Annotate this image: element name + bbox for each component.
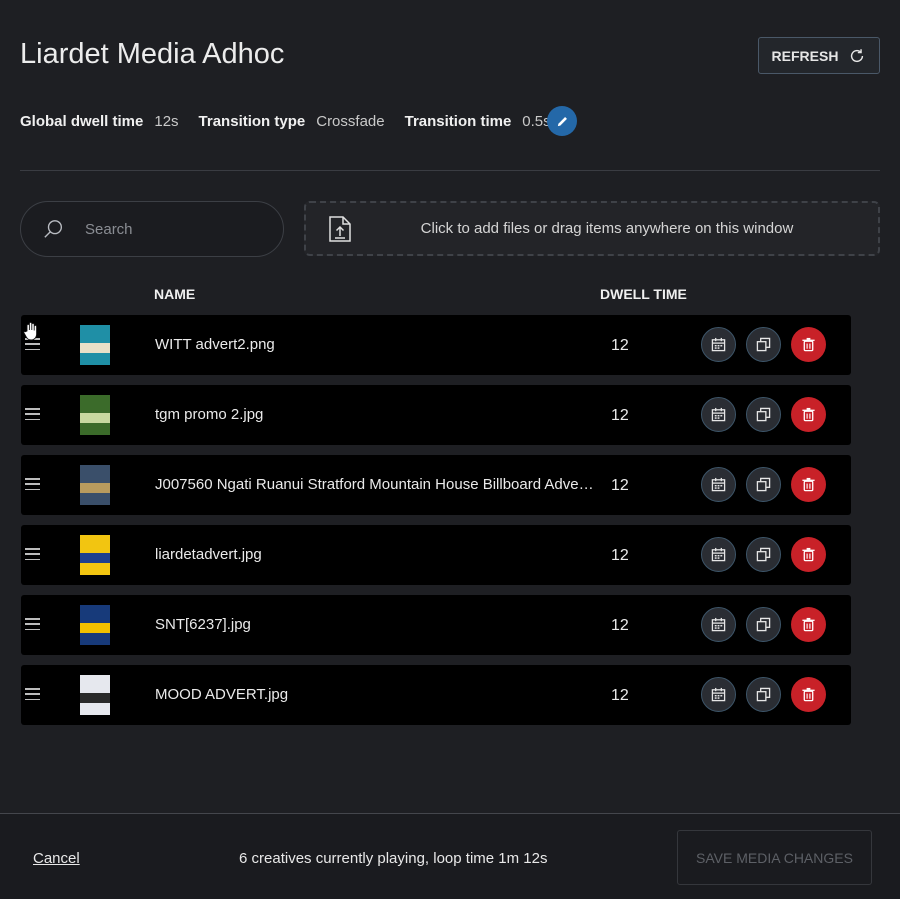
drag-handle-icon[interactable]	[25, 618, 40, 630]
footer-bar: Cancel 6 creatives currently playing, lo…	[0, 813, 900, 899]
media-thumbnail	[80, 465, 110, 505]
upload-file-icon	[329, 216, 351, 242]
copy-icon	[756, 687, 771, 702]
edit-settings-button[interactable]	[547, 106, 577, 136]
duplicate-button[interactable]	[746, 607, 781, 642]
duplicate-button[interactable]	[746, 397, 781, 432]
media-row[interactable]: MOOD ADVERT.jpg 12	[21, 665, 851, 725]
duplicate-button[interactable]	[746, 467, 781, 502]
drag-handle-icon[interactable]	[25, 688, 40, 700]
drag-handle-icon[interactable]	[25, 408, 40, 420]
media-dwell-time: 12	[611, 547, 629, 564]
loop-status-text: 6 creatives currently playing, loop time…	[239, 850, 548, 867]
transition-time-label: Transition time	[404, 112, 512, 130]
media-name: MOOD ADVERT.jpg	[155, 686, 289, 703]
refresh-button[interactable]: REFRESH	[758, 37, 880, 74]
calendar-icon	[711, 407, 726, 422]
media-row[interactable]: liardetadvert.jpg 12	[21, 525, 851, 585]
media-thumbnail	[80, 325, 110, 365]
column-header-name: NAME	[154, 286, 196, 302]
media-name: SNT[6237].jpg	[155, 616, 251, 633]
calendar-icon	[711, 547, 726, 562]
delete-button[interactable]	[791, 677, 826, 712]
copy-icon	[756, 477, 771, 492]
hand-cursor-icon	[23, 321, 38, 341]
media-thumbnail	[80, 675, 110, 715]
media-row[interactable]: WITT advert2.png 12	[21, 315, 851, 375]
schedule-button[interactable]	[701, 467, 736, 502]
schedule-button[interactable]	[701, 397, 736, 432]
column-header-dwell-time: DWELL TIME	[600, 286, 687, 302]
drag-handle-icon[interactable]	[25, 548, 40, 560]
playlist-settings: Global dwell time 12s Transition type Cr…	[20, 108, 571, 134]
media-name: liardetadvert.jpg	[155, 546, 262, 563]
media-thumbnail	[80, 605, 110, 645]
transition-type-label: Transition type	[198, 112, 306, 130]
delete-button[interactable]	[791, 467, 826, 502]
trash-icon	[801, 617, 816, 632]
transition-type-value: Crossfade	[316, 112, 385, 130]
drag-handle-icon[interactable]	[25, 478, 40, 490]
trash-icon	[801, 407, 816, 422]
duplicate-button[interactable]	[746, 677, 781, 712]
media-dwell-time: 12	[611, 687, 629, 704]
trash-icon	[801, 337, 816, 352]
calendar-icon	[711, 617, 726, 632]
media-name: J007560 Ngati Ruanui Stratford Mountain …	[155, 476, 595, 493]
media-name: tgm promo 2.jpg	[155, 406, 264, 423]
copy-icon	[756, 407, 771, 422]
search-icon	[44, 220, 63, 238]
duplicate-button[interactable]	[746, 537, 781, 572]
copy-icon	[756, 547, 771, 562]
calendar-icon	[711, 337, 726, 352]
media-dwell-time: 12	[611, 477, 629, 494]
schedule-button[interactable]	[701, 537, 736, 572]
schedule-button[interactable]	[701, 607, 736, 642]
media-thumbnail	[80, 395, 110, 435]
media-thumbnail	[80, 535, 110, 575]
dropzone-text: Click to add files or drag items anywher…	[420, 220, 794, 237]
media-name: WITT advert2.png	[155, 336, 275, 353]
trash-icon	[801, 687, 816, 702]
pencil-icon	[557, 116, 567, 126]
refresh-icon	[851, 48, 864, 62]
copy-icon	[756, 337, 771, 352]
schedule-button[interactable]	[701, 677, 736, 712]
calendar-icon	[711, 687, 726, 702]
media-row[interactable]: tgm promo 2.jpg 12	[21, 385, 851, 445]
dwell-label: Global dwell time	[20, 112, 144, 130]
media-dwell-time: 12	[611, 337, 629, 354]
media-dwell-time: 12	[611, 407, 629, 424]
media-row[interactable]: J007560 Ngati Ruanui Stratford Mountain …	[21, 455, 851, 515]
cancel-link[interactable]: Cancel	[33, 850, 80, 867]
refresh-label: REFRESH	[771, 47, 839, 64]
search-input[interactable]	[85, 220, 245, 238]
delete-button[interactable]	[791, 537, 826, 572]
save-media-changes-button[interactable]: SAVE MEDIA CHANGES	[677, 830, 872, 885]
duplicate-button[interactable]	[746, 327, 781, 362]
file-dropzone[interactable]: Click to add files or drag items anywher…	[304, 201, 880, 256]
media-dwell-time: 12	[611, 617, 629, 634]
header-divider	[20, 170, 880, 171]
schedule-button[interactable]	[701, 327, 736, 362]
search-box[interactable]	[20, 201, 284, 257]
calendar-icon	[711, 477, 726, 492]
trash-icon	[801, 547, 816, 562]
trash-icon	[801, 477, 816, 492]
delete-button[interactable]	[791, 397, 826, 432]
copy-icon	[756, 617, 771, 632]
delete-button[interactable]	[791, 327, 826, 362]
dwell-value: 12s	[154, 112, 179, 130]
page-title: Liardet Media Adhoc	[20, 38, 285, 70]
media-row[interactable]: SNT[6237].jpg 12	[21, 595, 851, 655]
delete-button[interactable]	[791, 607, 826, 642]
